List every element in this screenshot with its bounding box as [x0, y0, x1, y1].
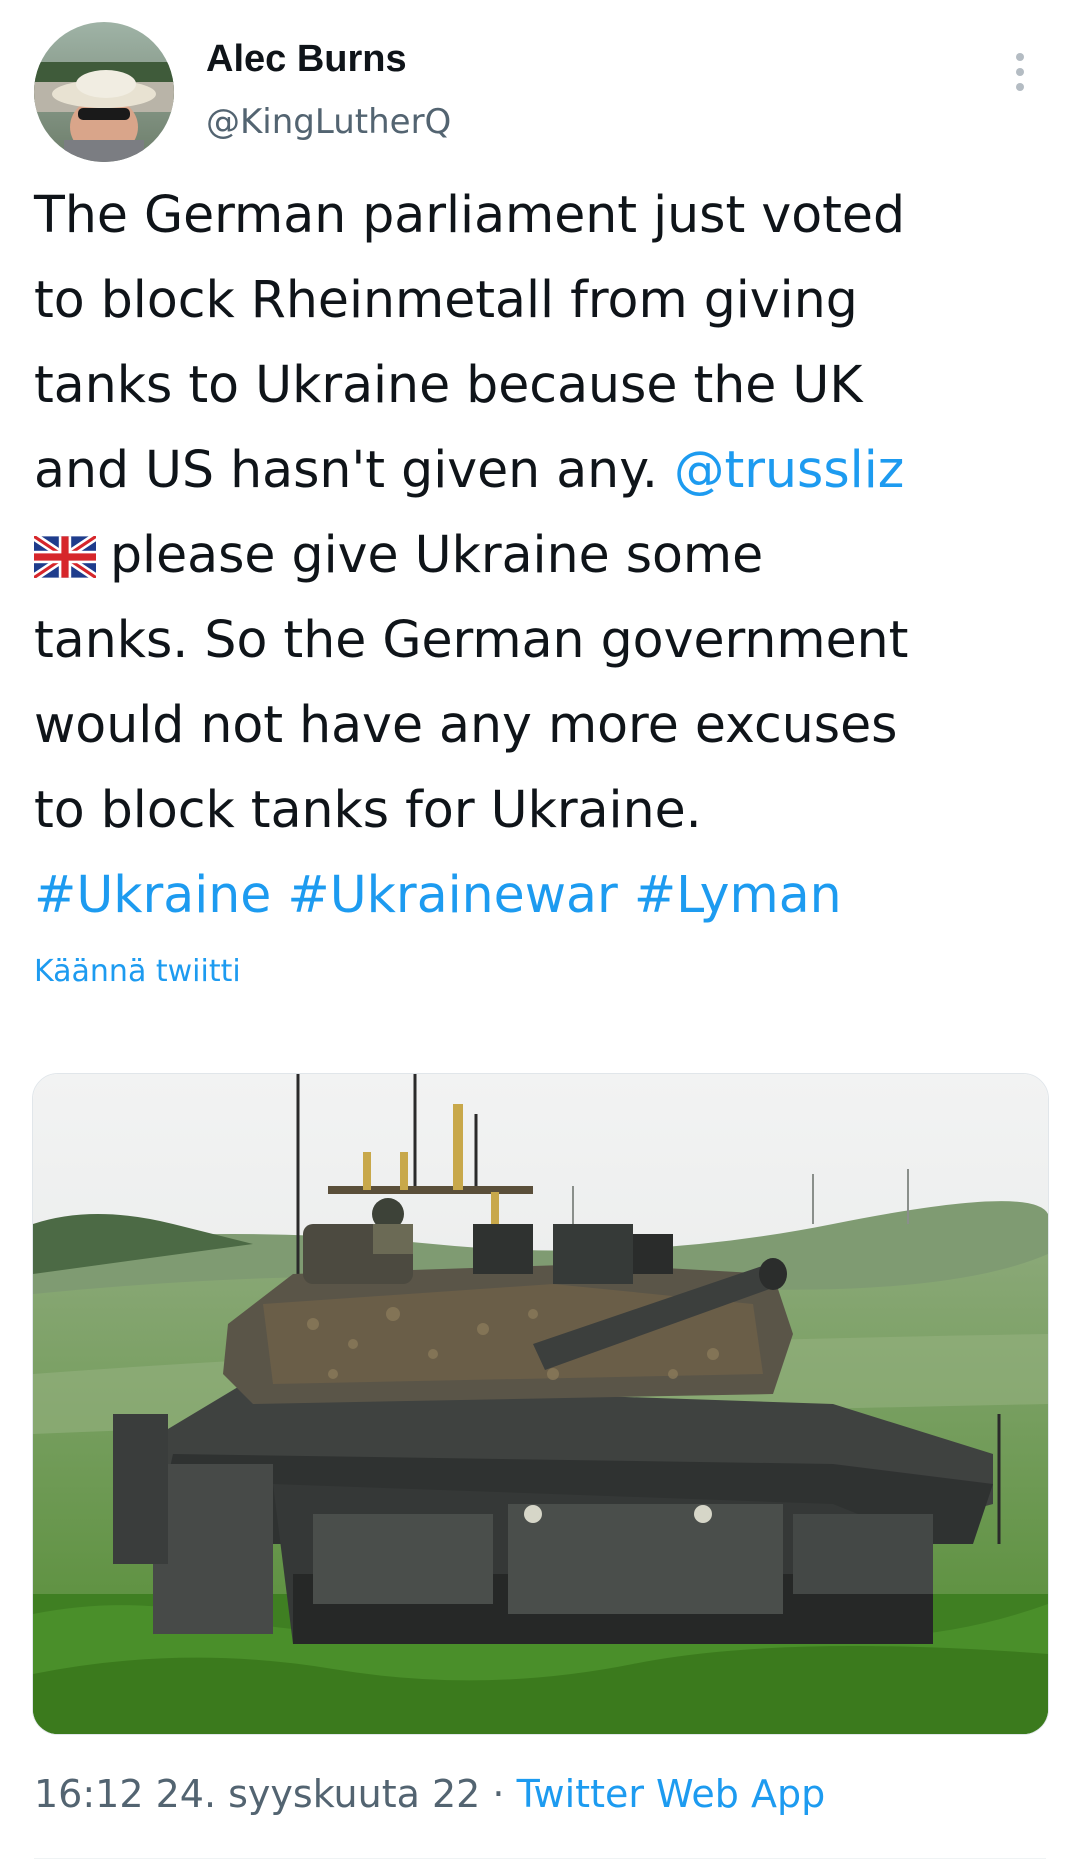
tweet-line: The German parliament just voted — [34, 185, 906, 244]
avatar[interactable] — [34, 22, 174, 162]
translate-tweet-link[interactable]: Käännä twiitti — [34, 954, 241, 989]
tweet-line: tanks to Ukraine because the UK — [34, 355, 863, 414]
hashtag-link[interactable]: #Lyman — [634, 865, 842, 924]
tweet-line: to block tanks for Ukraine. — [34, 780, 702, 839]
tweet-line: to block Rheinmetall from giving — [34, 270, 858, 329]
tweet-line-text: and US hasn't given any. — [34, 440, 674, 499]
tweet-line: would not have any more excuses — [34, 695, 898, 754]
uk-flag-icon — [31, 518, 99, 603]
display-name[interactable]: Alec Burns — [206, 38, 407, 81]
tweet-line: please give Ukraine some — [31, 512, 1064, 597]
tweet-metadata: 16:12 24. syyskuuta 22 · Twitter Web App — [34, 1772, 825, 1816]
dot — [1016, 83, 1024, 91]
meta-separator: · — [492, 1772, 505, 1816]
mention-link[interactable]: @trussliz — [674, 440, 904, 499]
dot — [1016, 53, 1024, 61]
user-handle[interactable]: @KingLutherQ — [206, 102, 451, 142]
tweet-line-text: please give Ukraine some — [110, 525, 764, 584]
tweet-header: Alec Burns @KingLutherQ — [34, 22, 1046, 162]
tank-photo-icon — [33, 1074, 1048, 1734]
hashtag-link[interactable]: #Ukraine — [34, 865, 271, 924]
tweet-time: 16:12 — [34, 1772, 144, 1816]
tweet-source-link[interactable]: Twitter Web App — [517, 1772, 826, 1816]
tweet-media-image[interactable] — [32, 1073, 1049, 1735]
more-options-icon[interactable] — [1000, 44, 1040, 100]
hashtag-line: #Ukraine #Ukrainewar #Lyman — [34, 852, 1064, 937]
tweet-line: and US hasn't given any. @trussliz — [34, 427, 1064, 512]
tweet-text: The German parliament just voted to bloc… — [31, 172, 1064, 937]
tweet-line: tanks. So the German government — [34, 610, 909, 669]
dot — [1016, 68, 1024, 76]
tweet-detail: Alec Burns @KingLutherQ The German parli… — [0, 0, 1080, 1859]
tweet-date: 24. syyskuuta 22 — [155, 1772, 481, 1816]
hashtag-link[interactable]: #Ukrainewar — [287, 865, 617, 924]
